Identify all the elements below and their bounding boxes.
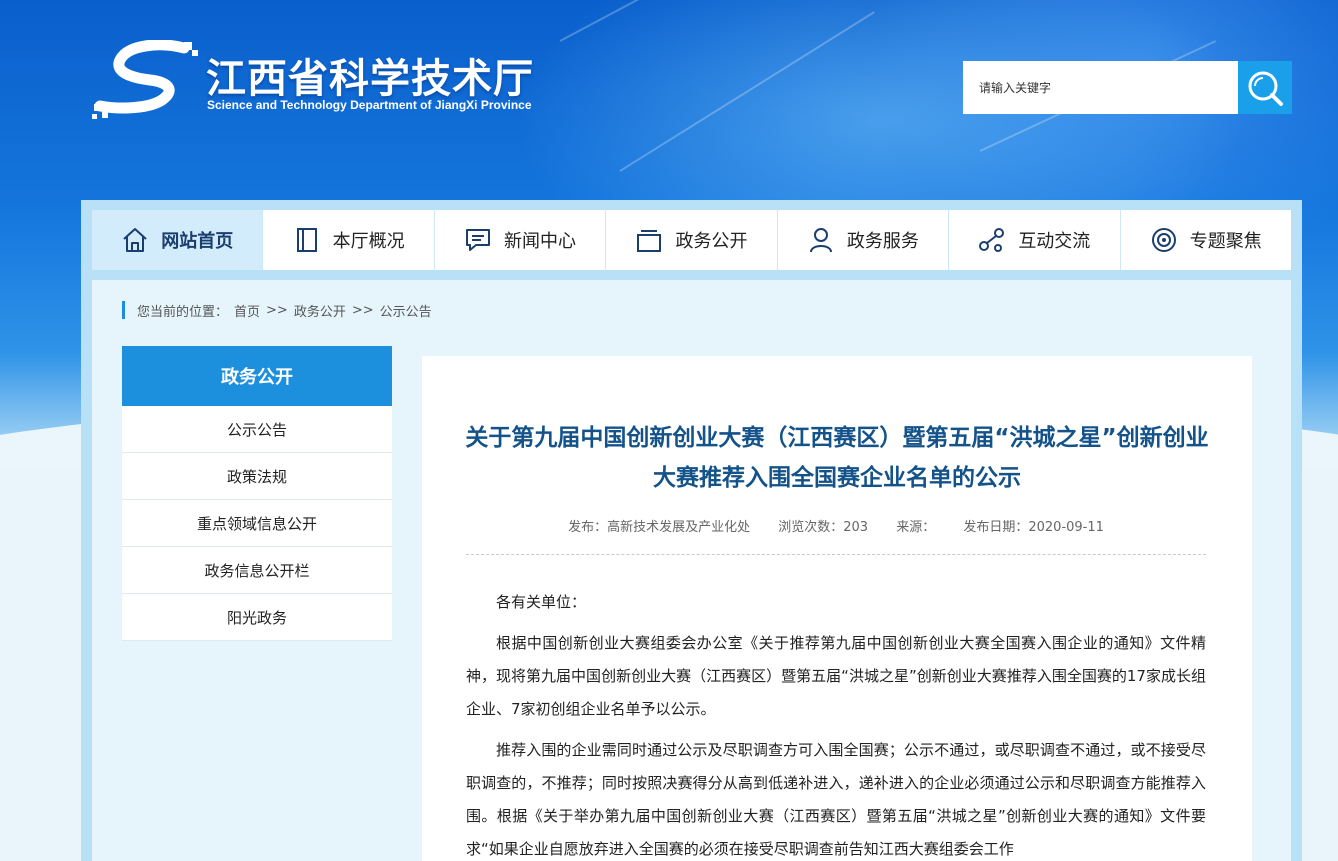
sidebar-title: 政务公开 (122, 346, 392, 406)
article: 关于第九届中国创新创业大赛（江西赛区）暨第五届“洪城之星”创新创业大赛推荐入围全… (422, 356, 1252, 861)
nav-item-home[interactable]: 网站首页 (92, 210, 264, 270)
site-name: 江西省科学技术厅 (206, 56, 534, 102)
nav-item-topics[interactable]: 专题聚焦 (1120, 210, 1291, 270)
breadcrumb-separator: >> (266, 302, 288, 318)
article-meta: 发布：高新技术发展及产业化处 浏览次数：203 来源： 发布日期：2020-09… (466, 516, 1206, 535)
folder-icon (635, 226, 663, 254)
search-input[interactable] (963, 61, 1238, 114)
article-body: 各有关单位： 根据中国创新创业大赛组委会办公室《关于推荐第九届中国创新创业大赛全… (466, 586, 1206, 861)
site-name-en: Science and Technology Department of Jia… (207, 98, 532, 112)
article-source: 来源： (896, 520, 936, 535)
person-icon (807, 226, 835, 254)
sidebar-item-notices[interactable]: 公示公告 (122, 406, 392, 453)
nav-label: 本厅概况 (332, 231, 405, 252)
nav-label: 专题聚焦 (1189, 231, 1262, 252)
site-logo[interactable]: 江西省科学技术厅 Science and Technology Departme… (92, 40, 552, 120)
main-container: 网站首页 本厅概况 新闻中心 政务公开 政务服务 互动交流 专题聚焦 您当前的位… (81, 200, 1302, 861)
sidebar-item-sunshine[interactable]: 阳光政务 (122, 594, 392, 641)
breadcrumb-prefix: 您当前的位置： (137, 304, 229, 320)
nav-label: 新闻中心 (504, 231, 577, 252)
article-paragraph: 根据中国创新创业大赛组委会办公室《关于推荐第九届中国创新创业大赛全国赛入围企业的… (466, 634, 1206, 718)
divider (466, 554, 1206, 555)
sidebar-item-key-areas[interactable]: 重点领域信息公开 (122, 500, 392, 547)
search-box (963, 61, 1292, 114)
sidebar-item-info-board[interactable]: 政务信息公开栏 (122, 547, 392, 594)
target-icon (1150, 226, 1178, 254)
breadcrumb-home[interactable]: 首页 (234, 301, 260, 320)
nav-item-gov-service[interactable]: 政务服务 (777, 210, 950, 270)
article-paragraph: 推荐入围的企业需同时通过公示及尽职调查方可入围全国赛；公示不通过，或尽职调查不通… (466, 741, 1206, 858)
nav-item-news[interactable]: 新闻中心 (434, 210, 607, 270)
breadcrumb-gov-affairs[interactable]: 政务公开 (294, 301, 346, 320)
search-button[interactable] (1238, 61, 1292, 114)
search-icon (1248, 71, 1283, 106)
main-nav: 网站首页 本厅概况 新闻中心 政务公开 政务服务 互动交流 专题聚焦 (92, 210, 1291, 270)
article-salutation: 各有关单位： (496, 593, 587, 611)
home-icon (121, 226, 149, 254)
breadcrumb: 您当前的位置： 首页 >> 政务公开 >> 公示公告 (122, 301, 432, 320)
breadcrumb-notices[interactable]: 公示公告 (380, 301, 432, 320)
share-icon (978, 226, 1006, 254)
nav-label: 互动交流 (1018, 231, 1091, 252)
content-panel: 您当前的位置： 首页 >> 政务公开 >> 公示公告 政务公开 公示公告 政策法… (92, 280, 1291, 861)
sidebar: 政务公开 公示公告 政策法规 重点领域信息公开 政务信息公开栏 阳光政务 (122, 346, 392, 641)
nav-item-interaction[interactable]: 互动交流 (949, 210, 1121, 270)
article-date: 发布日期：2020-09-11 (963, 520, 1104, 535)
nav-label: 网站首页 (161, 231, 234, 252)
nav-item-gov-affairs[interactable]: 政务公开 (606, 210, 778, 270)
chat-icon (464, 226, 492, 254)
sidebar-item-policies[interactable]: 政策法规 (122, 453, 392, 500)
nav-item-about[interactable]: 本厅概况 (263, 210, 435, 270)
article-views: 浏览次数：203 (778, 520, 869, 535)
logo-emblem-icon (92, 40, 198, 119)
breadcrumb-separator: >> (351, 302, 374, 318)
article-title: 关于第九届中国创新创业大赛（江西赛区）暨第五届“洪城之星”创新创业大赛推荐入围全… (465, 425, 1209, 491)
book-icon (293, 226, 321, 254)
article-publisher: 发布：高新技术发展及产业化处 (568, 520, 751, 535)
nav-label: 政务公开 (675, 231, 748, 252)
nav-label: 政务服务 (846, 231, 919, 252)
